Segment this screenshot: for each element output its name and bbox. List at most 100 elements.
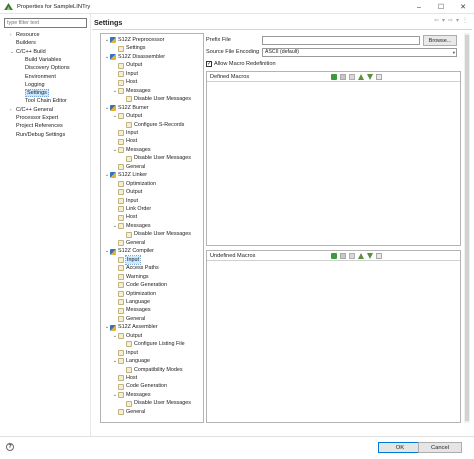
tree-node-host[interactable]: Host <box>112 137 137 146</box>
tree-node-messages[interactable]: ⌄ Messages <box>112 222 151 231</box>
nav-item-logging[interactable]: Logging <box>25 81 45 89</box>
tree-node-optimization[interactable]: Optimization <box>112 290 156 299</box>
tree-node-output[interactable]: Output <box>112 188 142 197</box>
tree-node-warnings[interactable]: Warnings <box>112 273 149 282</box>
tree-node-general[interactable]: General <box>112 239 145 248</box>
tree-node-messages[interactable]: Messages <box>112 306 151 315</box>
tree-node-s12z-compiler[interactable]: ⌄ S12Z Compiler <box>104 247 154 256</box>
tree-node-input[interactable]: Input <box>112 254 141 266</box>
chevron-down-icon: ▾ <box>452 50 455 55</box>
tree-node-output[interactable]: ⌄ Output <box>112 332 142 341</box>
tree-node-link-order[interactable]: Link Order <box>112 205 151 214</box>
chevron-down-icon[interactable]: ⌄ <box>10 48 14 56</box>
tree-node-messages[interactable]: ⌄ Messages <box>112 391 151 400</box>
nav-item-discovery-options[interactable]: Discovery Options <box>25 64 70 72</box>
help-icon[interactable]: ? <box>6 443 14 451</box>
tree-node-input[interactable]: Input <box>112 129 138 138</box>
tree-node-s12z-linker[interactable]: ⌄ S12Z Linker <box>104 171 147 180</box>
nav-item-tool-chain-editor[interactable]: Tool Chain Editor <box>25 97 67 105</box>
tree-node-configure-listing-file[interactable]: Configure Listing File <box>120 340 185 349</box>
move-down-icon[interactable] <box>367 253 373 259</box>
prefix-file-input[interactable] <box>262 36 420 45</box>
delete-macro-icon[interactable] <box>340 253 346 259</box>
tree-node-host[interactable]: Host <box>112 374 137 383</box>
tree-node-s12z-assembler[interactable]: ⌄ S12Z Assembler <box>104 323 158 332</box>
nav-item-environment[interactable]: Environment <box>25 73 56 81</box>
pane-divider[interactable] <box>90 14 91 436</box>
nav-item-c-c-general[interactable]: › C/C++ General <box>10 106 53 114</box>
forward-arrow-icon[interactable]: ⇨ <box>448 17 453 24</box>
nav-item-project-references[interactable]: Project References <box>16 122 63 130</box>
tree-node-compatibility-modes[interactable]: Compatibility Modes <box>120 366 183 375</box>
tree-node-label: Host <box>126 138 138 145</box>
tree-node-host[interactable]: Host <box>112 213 137 222</box>
edit-macro-icon[interactable] <box>349 74 355 80</box>
delete-macro-icon[interactable] <box>340 74 346 80</box>
tree-node-disable-user-messages[interactable]: Disable User Messages <box>120 230 191 239</box>
tree-node-output[interactable]: Output <box>112 61 142 70</box>
nav-item-build-variables[interactable]: Build Variables <box>25 56 61 64</box>
edit-macro-icon[interactable] <box>349 253 355 259</box>
tree-node-general[interactable]: General <box>112 163 145 172</box>
tree-node-label: S12Z Assembler <box>118 324 158 331</box>
minimize-button[interactable]: – <box>408 0 430 14</box>
tree-node-language[interactable]: ⌄ Language <box>112 357 150 366</box>
back-dropdown-icon[interactable]: ▾ <box>442 17 445 24</box>
tree-node-host[interactable]: Host <box>112 78 137 87</box>
import-file-icon[interactable] <box>376 74 382 80</box>
maximize-button[interactable]: ☐ <box>430 0 452 14</box>
move-up-icon[interactable] <box>358 253 364 259</box>
tree-node-code-generation[interactable]: Code Generation <box>112 281 167 290</box>
nav-item-resource[interactable]: › Resource <box>10 31 40 39</box>
tree-node-language[interactable]: Language <box>112 298 150 307</box>
tree-node-s12z-preprocessor[interactable]: ⌄ S12Z Preprocessor <box>104 36 164 45</box>
tree-node-code-generation[interactable]: Code Generation <box>112 382 167 391</box>
browse-button[interactable]: Browse... <box>423 35 457 46</box>
tree-node-optimization[interactable]: Optimization <box>112 180 156 189</box>
cancel-button[interactable]: Cancel <box>418 442 462 453</box>
tree-node-general[interactable]: General <box>112 315 145 324</box>
tree-node-output[interactable]: ⌄ Output <box>112 112 142 121</box>
tree-node-configure-s-records[interactable]: Configure S-Records <box>120 121 184 130</box>
tree-node-disable-user-messages[interactable]: Disable User Messages <box>120 95 191 104</box>
filter-input[interactable] <box>4 18 87 28</box>
chevron-right-icon[interactable]: › <box>10 31 12 39</box>
tree-node-label: General <box>126 163 146 170</box>
move-down-icon[interactable] <box>367 74 373 80</box>
scrollbar-thumb[interactable] <box>465 35 469 421</box>
tree-node-disable-user-messages[interactable]: Disable User Messages <box>120 399 191 408</box>
nav-item-processor-expert[interactable]: Processor Expert <box>16 114 58 122</box>
tree-node-disable-user-messages[interactable]: Disable User Messages <box>120 154 191 163</box>
nav-item-builders[interactable]: Builders <box>16 39 36 47</box>
tree-node-input[interactable]: Input <box>112 197 138 206</box>
close-window-button[interactable]: ✕ <box>452 0 474 14</box>
nav-item-run-debug-settings[interactable]: Run/Debug Settings <box>16 131 65 139</box>
option-category-icon <box>118 71 124 78</box>
tree-node-general[interactable]: General <box>112 408 145 417</box>
ok-button[interactable]: OK <box>378 442 422 453</box>
tree-node-input[interactable]: Input <box>112 349 138 358</box>
tool-icon <box>110 104 116 111</box>
tree-node-messages[interactable]: ⌄ Messages <box>112 87 151 96</box>
source-encoding-select[interactable]: ASCII (default) ▾ <box>262 48 457 57</box>
tree-node-label: Host <box>126 375 138 381</box>
nav-item-c-c-build[interactable]: ⌄ C/C++ Build <box>10 48 46 56</box>
add-macro-icon[interactable] <box>331 74 337 80</box>
forward-dropdown-icon[interactable]: ▾ <box>456 17 459 24</box>
tree-node-s12z-burner[interactable]: ⌄ S12Z Burner <box>104 104 149 113</box>
vertical-scrollbar[interactable] <box>464 33 470 423</box>
back-arrow-icon[interactable]: ⇦ <box>434 17 439 24</box>
tree-node-s12z-disassembler[interactable]: ⌄ S12Z Disassembler <box>104 53 165 62</box>
tree-node-settings[interactable]: Settings <box>112 44 145 53</box>
allow-macro-redefinition-checkbox[interactable]: ✓ Allow Macro Redefinition <box>206 61 276 67</box>
view-menu-icon[interactable]: ⋮ <box>462 17 468 24</box>
nav-item-settings[interactable]: Settings <box>25 89 49 98</box>
tree-node-access-paths[interactable]: Access Paths <box>112 264 159 273</box>
tree-node-input[interactable]: Input <box>112 70 138 79</box>
import-file-icon[interactable] <box>376 253 382 259</box>
tree-node-label: Configure S-Records <box>134 121 185 128</box>
tree-node-messages[interactable]: ⌄ Messages <box>112 146 151 155</box>
chevron-right-icon[interactable]: › <box>10 106 12 114</box>
add-macro-icon[interactable] <box>331 253 337 259</box>
move-up-icon[interactable] <box>358 74 364 80</box>
